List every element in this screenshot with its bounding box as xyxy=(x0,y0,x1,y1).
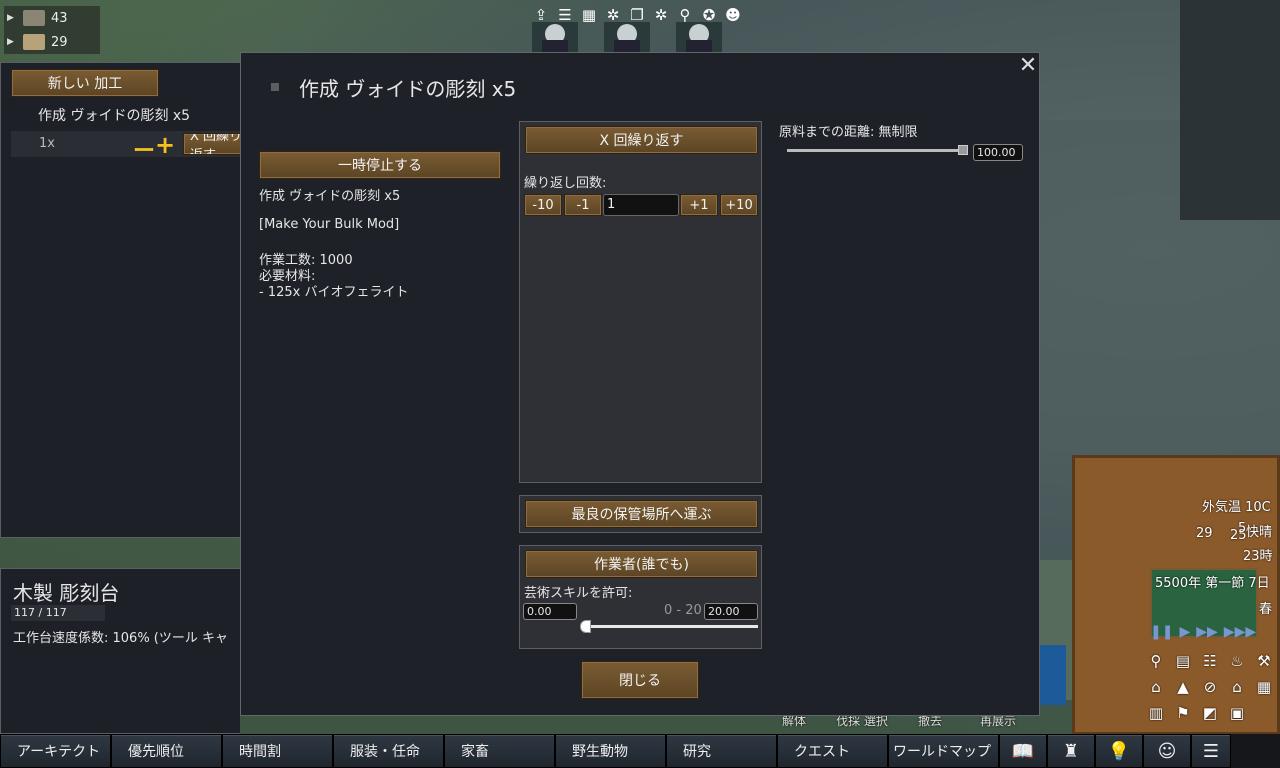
fertility-icon[interactable]: ▤ xyxy=(1171,650,1195,672)
overlay-toggles: ⚲ ▤ ☷ ♨ ⚒ ⌂ ▲ ⊘ ⌂ ▦ ▥ ⚑ ◩ ▣ xyxy=(1144,650,1278,724)
tab-world[interactable]: ワールドマップ xyxy=(888,734,999,768)
store-section: 最良の保管場所へ運ぶ xyxy=(519,495,762,533)
flag-icon[interactable]: ⚑ xyxy=(1171,702,1195,724)
tab-animals[interactable]: 家畜 xyxy=(444,734,555,768)
tab-research[interactable]: 研究 xyxy=(666,734,777,768)
new-bill-button[interactable]: 新しい 加工 xyxy=(11,69,159,97)
mod-name: [Make Your Bulk Mod] xyxy=(259,217,400,232)
stone-chunk-icon xyxy=(23,10,45,26)
resource-row-stone[interactable]: ▶ 43 xyxy=(4,6,100,30)
temperature: 外気温 10C xyxy=(1202,500,1271,515)
resource-count: 29 xyxy=(51,34,68,50)
factions-icon[interactable]: ♜ xyxy=(1047,734,1095,768)
radius-slider-handle[interactable] xyxy=(958,145,968,155)
skill-max-input[interactable]: 20.00 xyxy=(704,603,758,620)
wood-icon xyxy=(23,34,45,50)
worker-section: 作業者(誰でも) 芸術スキルを許可: 0.00 0 - 20 20.00 xyxy=(519,545,762,649)
face-icon[interactable]: ☻ xyxy=(722,4,744,26)
tab-wildlife[interactable]: 野生動物 xyxy=(555,734,666,768)
map-dark-area xyxy=(1180,0,1280,220)
pause-button[interactable]: 一時停止する xyxy=(259,151,501,179)
repeat-count-input[interactable]: 1 xyxy=(603,194,679,216)
play-speed-3-icon[interactable]: ▶▶▶ xyxy=(1224,624,1256,640)
skill-min-input[interactable]: 0.00 xyxy=(523,603,577,620)
tab-assign[interactable]: 服装・任命 xyxy=(333,734,444,768)
hour: 23時 xyxy=(1243,549,1273,564)
expand-icon[interactable]: ▶ xyxy=(7,13,17,23)
colonist-portrait[interactable] xyxy=(532,22,578,54)
roof-edit-icon[interactable]: ⌂ xyxy=(1225,676,1249,698)
radius-input[interactable]: 100.00 xyxy=(973,144,1023,161)
astronaut-icon[interactable]: ☺ xyxy=(1143,734,1191,768)
recipe-name: 作成 ヴォイドの彫刻 x5 xyxy=(259,189,401,204)
pause-icon[interactable]: ❚❚ xyxy=(1150,624,1173,640)
play-speed-2-icon[interactable]: ▶▶ xyxy=(1196,624,1218,640)
menu-icon[interactable]: ☰ xyxy=(1191,734,1231,768)
minus-1-button[interactable]: -1 xyxy=(564,194,602,216)
colonist-portrait[interactable] xyxy=(676,22,722,54)
skill-range-label: 芸術スキルを許可: xyxy=(524,586,633,601)
minus-10-button[interactable]: -10 xyxy=(524,194,562,216)
bill-count: 1x xyxy=(39,136,55,151)
resource-row-wood[interactable]: ▶ 29 xyxy=(4,30,100,54)
inspect-title: 木製 彫刻台 xyxy=(13,581,120,605)
beauty-icon[interactable]: ▥ xyxy=(1144,702,1168,724)
expand-icon[interactable]: ▶ xyxy=(7,37,17,47)
temperature-icon[interactable]: ♨ xyxy=(1225,650,1249,672)
recipe-icon xyxy=(271,83,279,91)
bill-config-dialog: ✕ 作成 ヴォイドの彫刻 x5 一時停止する 作成 ヴォイドの彫刻 x5 [Ma… xyxy=(240,52,1040,716)
ideas-icon[interactable]: 💡 xyxy=(1095,734,1143,768)
worker-button[interactable]: 作業者(誰でも) xyxy=(525,550,758,578)
close-icon[interactable]: ✕ xyxy=(1017,55,1039,77)
plus-10-button[interactable]: +10 xyxy=(720,194,758,216)
hit-points: 117 / 117 xyxy=(11,605,105,621)
bills-panel: 新しい 加工 作成 ヴォイドの彫刻 x5 1x ー + X 回繰り返す xyxy=(0,62,253,538)
main-tab-bar: アーキテクト 優先順位 時間割 服装・任命 家畜 野生動物 研究 クエスト ワー… xyxy=(0,734,1280,768)
list-icon[interactable]: ☷ xyxy=(1198,650,1222,672)
decrease-button[interactable]: ー xyxy=(133,133,155,165)
bill-title[interactable]: 作成 ヴォイドの彫刻 x5 xyxy=(38,105,190,125)
resource-count: 43 xyxy=(51,10,68,26)
skill-slider-handle[interactable] xyxy=(580,620,591,633)
roof-icon[interactable]: ▲ xyxy=(1171,676,1195,698)
home-icon[interactable]: ⌂ xyxy=(1144,676,1168,698)
dialog-title: 作成 ヴォイドの彫刻 x5 xyxy=(299,77,517,101)
tab-work[interactable]: 優先順位 xyxy=(111,734,222,768)
skill-range-slider[interactable] xyxy=(586,625,758,628)
book-icon[interactable]: 📖 xyxy=(999,734,1047,768)
grid-icon[interactable]: ▦ xyxy=(1252,676,1276,698)
map-blue-object xyxy=(1036,645,1066,705)
work-speed-factor: 工作台速度係数: 106% (ツール キャ xyxy=(13,631,229,646)
plus-1-button[interactable]: +1 xyxy=(680,194,718,216)
tab-architect[interactable]: アーキテクト xyxy=(0,734,111,768)
weather: 快晴 xyxy=(1246,525,1273,540)
storage-icon[interactable]: ▣ xyxy=(1225,702,1249,724)
ingredient-radius-slider[interactable] xyxy=(787,149,965,152)
bill-row: 1x ー + X 回繰り返す xyxy=(11,131,253,164)
increase-button[interactable]: + xyxy=(155,131,175,159)
colonist-portrait[interactable] xyxy=(604,22,650,54)
ban-icon[interactable]: ⊘ xyxy=(1198,676,1222,698)
play-speed-1-icon[interactable]: ▶ xyxy=(1179,624,1190,640)
close-button[interactable]: 閉じる xyxy=(581,661,699,699)
colonist-count: 29 xyxy=(1196,526,1213,541)
ingredient-item: - 125x バイオフェライト xyxy=(259,285,409,300)
skill-range-text: 0 - 20 xyxy=(664,603,702,618)
zoom-icon[interactable]: ⚲ xyxy=(1144,650,1168,672)
colonist-bar xyxy=(532,22,722,54)
blocks-icon[interactable]: ◩ xyxy=(1198,702,1222,724)
speed-controls: ❚❚ ▶ ▶▶ ▶▶▶ xyxy=(1150,624,1256,640)
repeat-count-label: 繰り返し回数: xyxy=(524,176,607,191)
tools-icon[interactable]: ⚒ xyxy=(1252,650,1276,672)
tab-schedule[interactable]: 時間割 xyxy=(222,734,333,768)
store-mode-button[interactable]: 最良の保管場所へ運ぶ xyxy=(525,500,758,528)
inspect-panel: 木製 彫刻台 117 / 117 工作台速度係数: 106% (ツール キャ xyxy=(0,568,240,734)
repeat-mode-button[interactable]: X 回繰り返す xyxy=(525,126,758,154)
season: 春 xyxy=(1259,602,1273,617)
tab-quests[interactable]: クエスト xyxy=(777,734,888,768)
repeat-section: X 回繰り返す 繰り返し回数: -10 -1 1 +1 +10 xyxy=(519,121,762,483)
ingredient-radius-label: 原料までの距離: 無制限 xyxy=(779,125,918,140)
date: 5500年 第一節 7日 xyxy=(1155,576,1270,591)
